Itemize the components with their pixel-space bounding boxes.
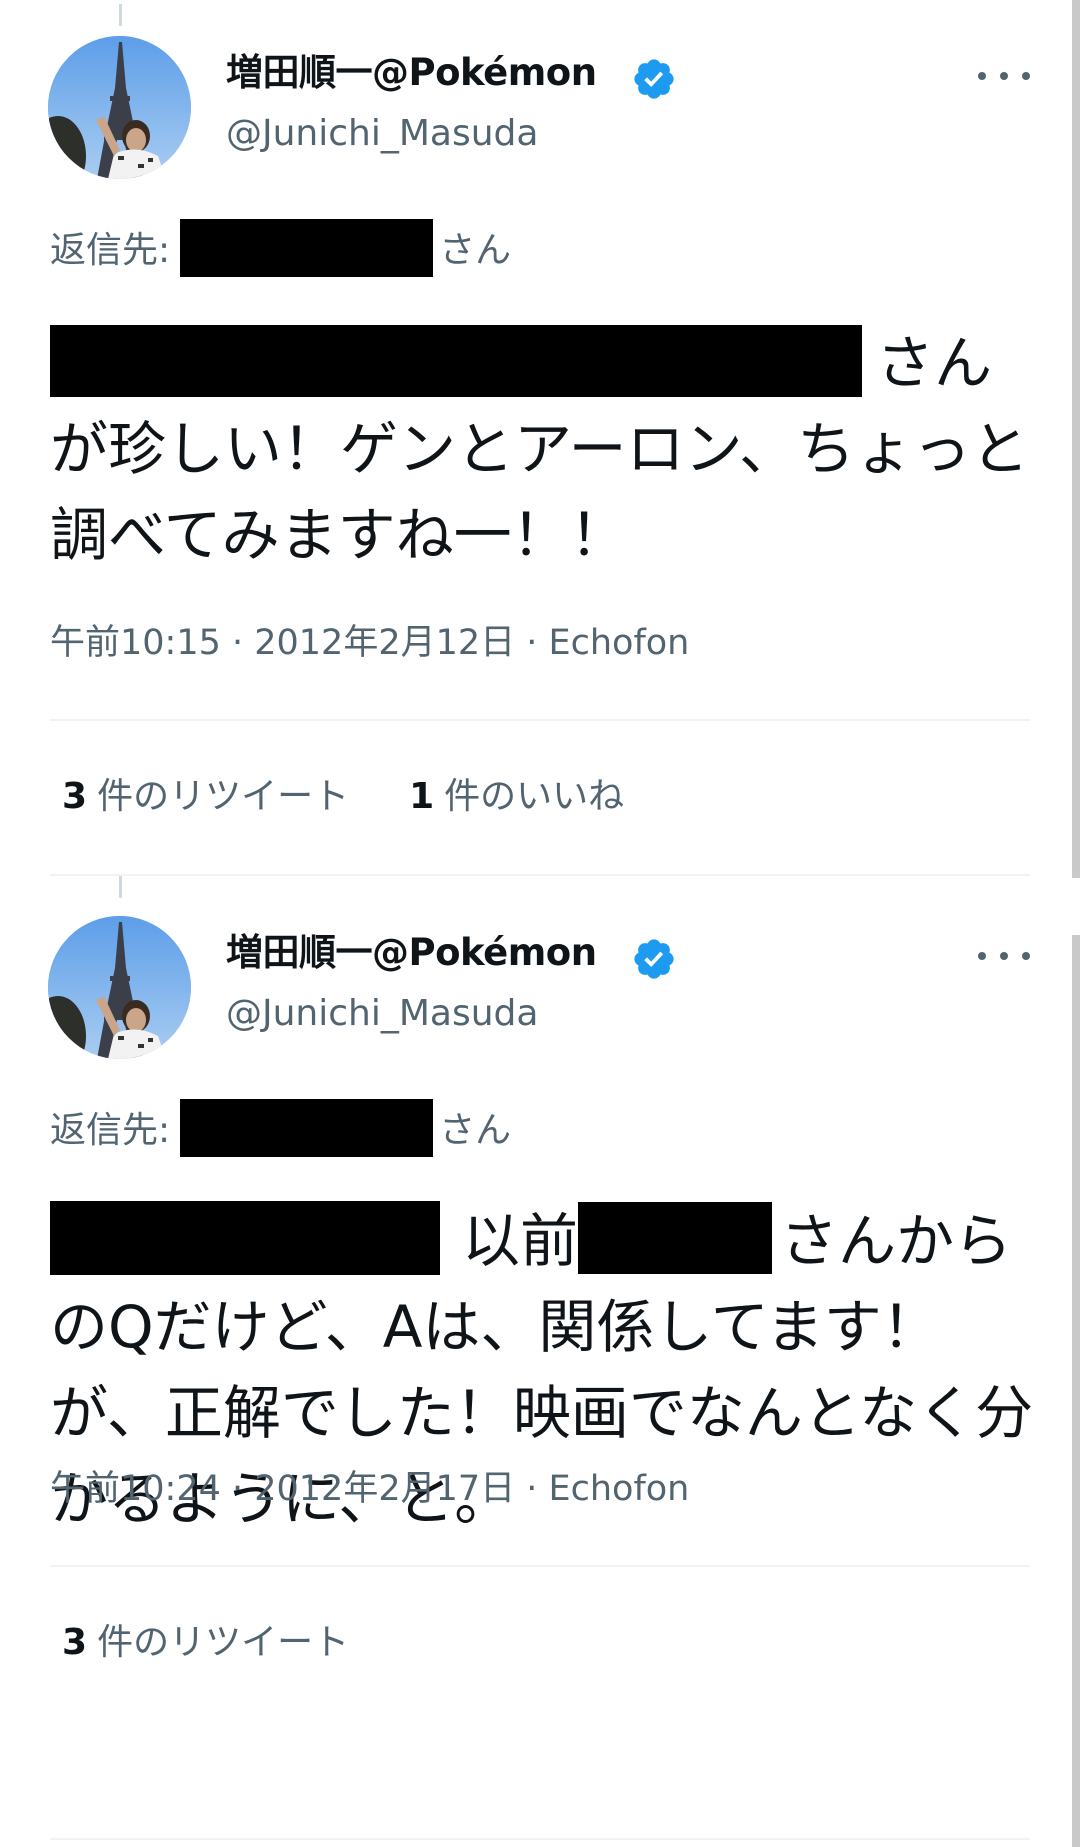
redacted-text <box>50 1200 440 1275</box>
tweet-stats: 3 件のリツイート 1 件のいいね <box>62 772 684 822</box>
more-options-dot <box>1022 72 1030 80</box>
retweet-count-label: 件のリツイート <box>97 776 350 817</box>
user-handle[interactable]: @Junichi_Masuda <box>226 990 538 1038</box>
reply-to-suffix: さん <box>439 1110 512 1151</box>
divider <box>50 719 1030 721</box>
retweet-count-value: 3 <box>62 1622 88 1663</box>
tweet-body-segment: 以前 <box>462 1207 579 1275</box>
retweet-count-value: 3 <box>62 776 88 817</box>
divider <box>50 1838 1030 1840</box>
user-handle[interactable]: @Junichi_Masuda <box>226 110 538 158</box>
verified-badge-icon <box>634 939 674 979</box>
thread-connector-line <box>119 876 122 898</box>
avatar-photo-icon <box>48 36 191 179</box>
tweet-body-segment: さん <box>876 329 993 397</box>
avatar-photo-icon <box>48 916 191 1059</box>
divider <box>50 874 1030 876</box>
reply-to-line: 返信先: さん <box>50 219 512 277</box>
tweet-timestamp-source[interactable]: 午前10:24 · 2012年2月17日 · Echofon <box>50 1464 689 1514</box>
tweet-timestamp-source[interactable]: 午前10:15 · 2012年2月12日 · Echofon <box>50 618 689 668</box>
tweet-body-text: が珍しい！ゲンとアーロン、ちょっと調べてみますね一！！ <box>50 415 1030 569</box>
reply-to-line: 返信先: さん <box>50 1099 512 1157</box>
redacted-username <box>180 219 434 277</box>
like-count[interactable]: 1 件のいいね <box>409 772 624 822</box>
like-count-label: 件のいいね <box>444 776 625 817</box>
more-options-dot <box>1000 952 1008 960</box>
tweet-stats: 3 件のリツイート <box>62 1618 409 1668</box>
retweet-count-label: 件のリツイート <box>97 1622 350 1663</box>
reply-to-label: 返信先: <box>50 1110 171 1151</box>
tweet-body: さんが珍しい！ゲンとアーロン、ちょっと調べてみますね一！！ <box>50 320 1050 578</box>
avatar[interactable] <box>48 916 191 1059</box>
scrollbar[interactable] <box>1072 935 1080 1847</box>
tweet-body-segment: さんか <box>780 1207 955 1275</box>
more-options-icon <box>978 952 986 960</box>
more-options-button[interactable] <box>978 936 1030 976</box>
verified-badge-icon <box>634 59 674 99</box>
more-options-button[interactable] <box>978 56 1030 96</box>
redacted-text <box>50 324 862 397</box>
more-options-dot <box>1022 952 1030 960</box>
reply-to-suffix: さん <box>439 230 512 271</box>
retweet-count[interactable]: 3 件のリツイート <box>62 1618 349 1668</box>
display-name[interactable]: 増田順一@Pokémon <box>226 48 597 98</box>
scrollbar[interactable] <box>1072 0 1080 878</box>
like-count-value: 1 <box>409 776 435 817</box>
divider <box>50 1565 1030 1567</box>
more-options-icon <box>978 72 986 80</box>
more-options-dot <box>1000 72 1008 80</box>
redacted-text <box>578 1201 773 1274</box>
avatar[interactable] <box>48 36 191 179</box>
retweet-count[interactable]: 3 件のリツイート <box>62 772 349 822</box>
reply-to-label: 返信先: <box>50 230 171 271</box>
thread-connector-line <box>119 4 122 26</box>
display-name[interactable]: 増田順一@Pokémon <box>226 928 597 978</box>
redacted-username <box>180 1099 434 1157</box>
